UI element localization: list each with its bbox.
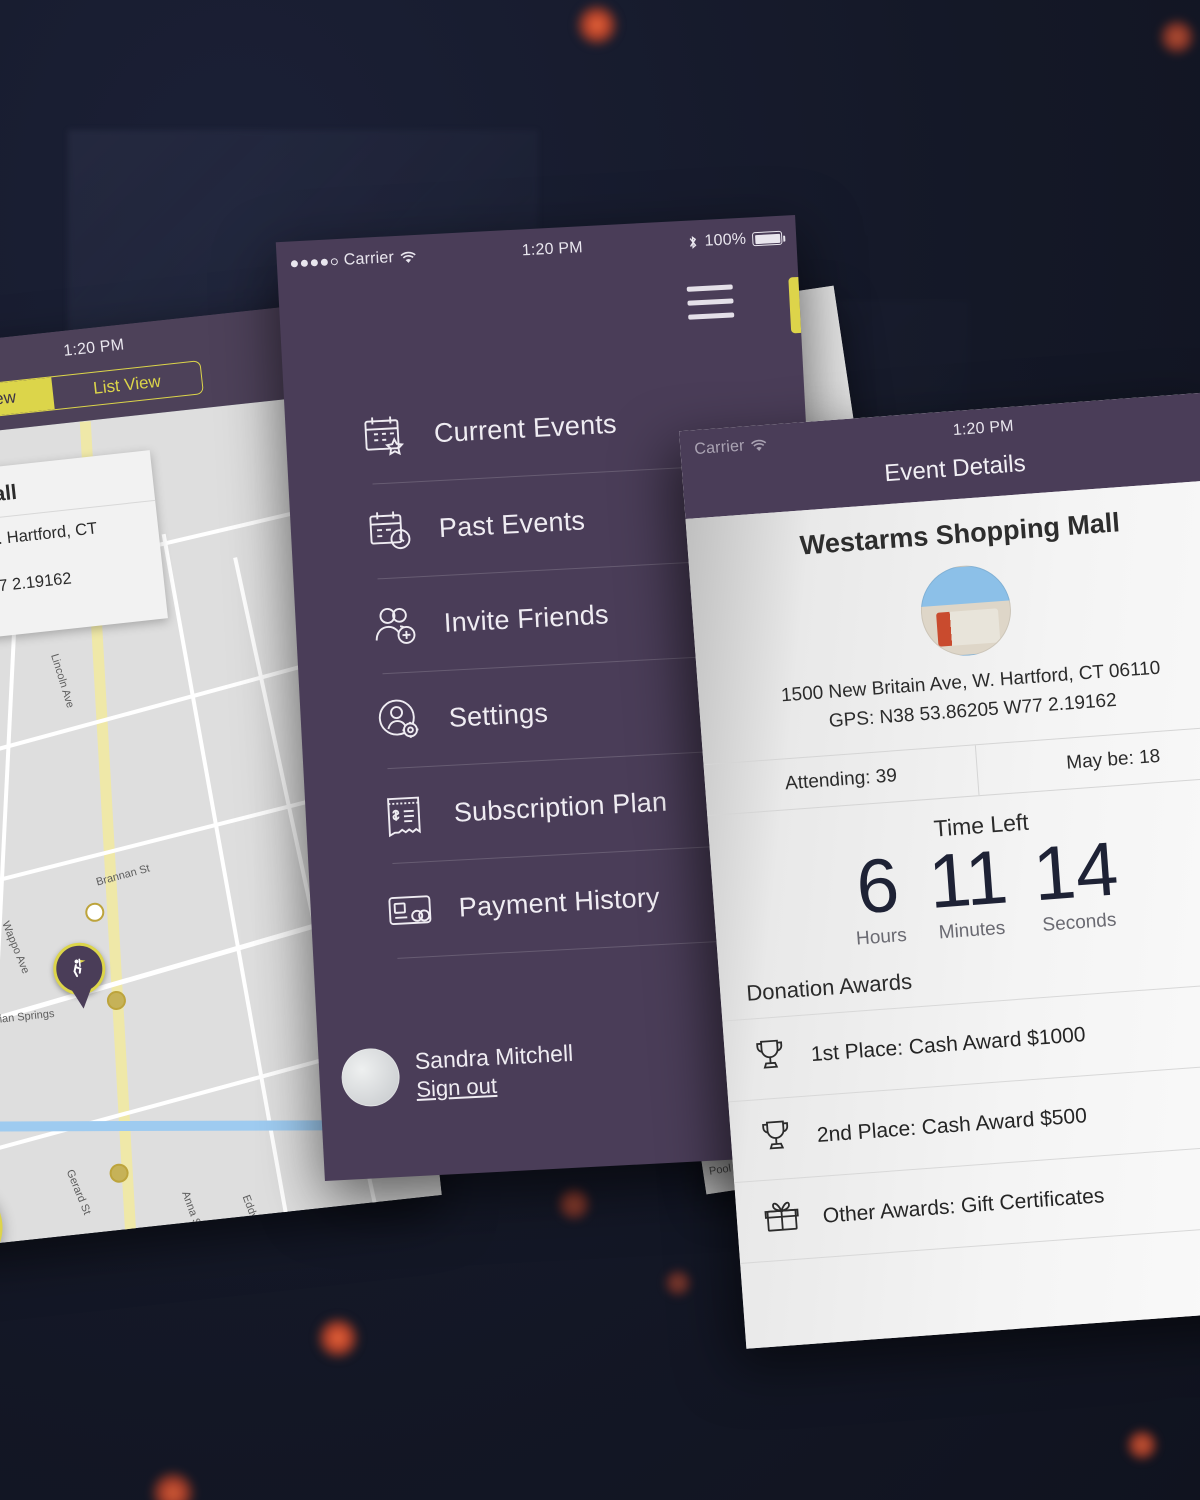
user-name: Sandra Mitchell	[414, 1039, 574, 1075]
event-details-screen: Carrier 1:20 PM Event Details Westarms S…	[679, 391, 1200, 1349]
tab-map-view[interactable]: Map View	[0, 377, 55, 426]
bluetooth-icon	[689, 235, 697, 249]
map-street-label: Lincoln Ave	[48, 652, 77, 710]
menu-item-label: Subscription Plan	[453, 786, 668, 828]
battery-icon	[751, 230, 783, 247]
timer-seconds-label: Seconds	[1041, 909, 1118, 936]
trophy-silver-icon	[756, 1115, 801, 1162]
bokeh-glow	[1125, 1428, 1159, 1462]
map-poi-icon[interactable]	[84, 901, 106, 923]
award-label: Other Awards: Gift Certificates	[822, 1184, 1106, 1228]
trophy-gold-icon	[750, 1035, 795, 1082]
menu-user-section: Sandra Mitchell Sign out	[340, 1038, 575, 1108]
menu-item-label: Payment History	[458, 881, 661, 923]
timer-minutes-value: 11	[925, 834, 1011, 925]
carrier-label: Carrier	[693, 437, 746, 459]
bokeh-glow	[575, 3, 619, 47]
venue-thumbnail	[917, 562, 1014, 659]
battery-percent-label: 100%	[704, 230, 747, 250]
wifi-icon	[751, 439, 767, 451]
timer-hours-value: 6	[853, 842, 902, 931]
signal-dots-icon	[290, 257, 339, 267]
details-clock: 1:20 PM	[952, 417, 1015, 440]
menu-item-label: Settings	[448, 697, 549, 733]
details-body: Westarms Shopping Mall 1500 New Britain …	[685, 479, 1200, 1349]
timer-seconds-value: 14	[1030, 826, 1121, 918]
user-gear-icon	[376, 696, 424, 744]
gift-icon	[762, 1196, 807, 1243]
credit-card-icon	[386, 886, 434, 934]
bokeh-glow	[663, 1268, 693, 1298]
menu-item-label: Invite Friends	[443, 598, 610, 638]
calendar-star-icon	[361, 412, 409, 460]
menu-item-label: Current Events	[433, 408, 618, 448]
menu-item-label: Past Events	[438, 504, 586, 543]
map-clock: 1:20 PM	[62, 336, 126, 360]
award-label: 2nd Place: Cash Award $500	[816, 1104, 1088, 1148]
map-street-label: Wappo Ave	[0, 919, 32, 976]
bokeh-glow	[556, 1186, 592, 1222]
carrier-label: Carrier	[343, 249, 395, 269]
map-street-label: Gerard St	[63, 1167, 93, 1217]
add-people-icon	[371, 601, 419, 649]
calendar-clock-icon	[366, 506, 414, 554]
map-street-label: Brannan St	[94, 862, 152, 889]
timer-minutes-label: Minutes	[938, 917, 1006, 944]
receipt-dollar-icon	[381, 791, 429, 839]
bokeh-glow	[316, 1316, 360, 1360]
wifi-icon	[400, 251, 416, 263]
map-poi-icon[interactable]	[105, 990, 127, 1011]
user-avatar[interactable]	[340, 1046, 402, 1108]
runner-flag-icon	[73, 958, 86, 978]
award-label: 1st Place: Cash Award $1000	[810, 1023, 1087, 1067]
menu-clock: 1:20 PM	[521, 239, 584, 260]
bokeh-glow	[150, 1470, 196, 1500]
hamburger-menu-icon[interactable]	[686, 284, 735, 328]
map-street-label: Pool	[708, 1162, 732, 1178]
map-pin[interactable]	[50, 940, 110, 1011]
bokeh-glow	[1158, 18, 1196, 56]
timer-hours-label: Hours	[855, 924, 908, 950]
sign-out-link[interactable]: Sign out	[416, 1073, 498, 1102]
map-street-label: Indian Springs	[0, 1007, 55, 1028]
